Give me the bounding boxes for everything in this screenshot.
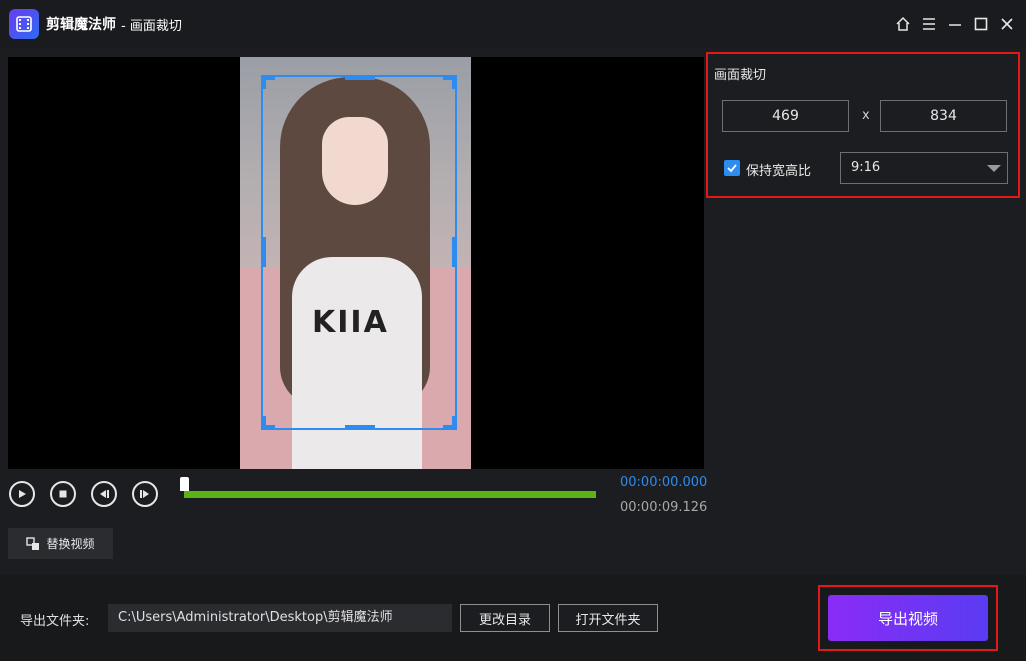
aspect-ratio-select[interactable]: 9:16 [840, 152, 1008, 184]
change-directory-button[interactable]: 更改目录 [460, 604, 550, 632]
minimize-icon [949, 24, 961, 26]
crop-box[interactable] [261, 75, 457, 430]
crop-handle-bl-v[interactable] [261, 416, 266, 430]
title-text: 画面裁切 [129, 19, 182, 34]
close-icon [1001, 18, 1013, 30]
stop-icon [59, 490, 67, 498]
crop-settings-panel: 画面裁切 469 x 834 保持宽高比 9:16 [706, 52, 1020, 198]
maximize-button[interactable] [970, 13, 992, 35]
crop-handle-left[interactable] [261, 237, 266, 267]
keep-ratio-label: 保持宽高比 [746, 164, 812, 179]
bottom-bar: 导出文件夹: C:\Users\Administrator\Desktop\剪辑… [0, 575, 1026, 661]
progress-thumb[interactable] [180, 477, 189, 491]
crop-height-input[interactable]: 834 [880, 100, 1007, 132]
home-button[interactable] [892, 13, 914, 35]
crop-width-input[interactable]: 469 [722, 100, 849, 132]
crop-handle-tr-v[interactable] [452, 75, 457, 89]
panel-title: 画面裁切 [714, 68, 767, 83]
open-folder-button[interactable]: 打开文件夹 [558, 604, 658, 632]
home-icon [896, 16, 910, 31]
crop-handle-bottom[interactable] [345, 425, 375, 430]
minimize-button[interactable] [944, 13, 966, 35]
export-highlight: 导出视频 [818, 585, 998, 651]
app-logo [9, 9, 39, 39]
film-icon [16, 16, 32, 32]
crop-handle-tl-v[interactable] [261, 75, 266, 89]
window-title: - 画面裁切 [121, 15, 182, 34]
close-button[interactable] [996, 13, 1018, 35]
stop-button[interactable] [50, 481, 76, 507]
total-time: 00:00:09.126 [620, 500, 708, 515]
crop-handle-right[interactable] [452, 237, 457, 267]
replace-video-button[interactable]: 替换视频 [8, 528, 113, 559]
progress-track[interactable] [184, 491, 596, 498]
next-frame-icon [140, 490, 149, 498]
play-button[interactable] [9, 481, 35, 507]
crop-handle-top[interactable] [345, 75, 375, 80]
aspect-ratio-value: 9:16 [851, 160, 881, 175]
title-separator: - [121, 19, 126, 34]
title-bar: 剪辑魔法师 - 画面裁切 [0, 0, 1026, 48]
output-folder-label: 导出文件夹: [20, 614, 90, 629]
play-icon [19, 490, 26, 498]
replace-video-label: 替换视频 [46, 537, 95, 551]
output-path-field[interactable]: C:\Users\Administrator\Desktop\剪辑魔法师 [108, 604, 452, 632]
video-preview: KIIA [8, 57, 704, 469]
chevron-down-icon [987, 165, 1001, 172]
app-name: 剪辑魔法师 [46, 17, 116, 33]
export-video-button[interactable]: 导出视频 [828, 595, 988, 641]
crop-handle-br-v[interactable] [452, 416, 457, 430]
menu-icon [923, 18, 935, 30]
keep-ratio-checkbox[interactable] [724, 160, 740, 176]
times-symbol: x [862, 108, 870, 123]
maximize-icon [974, 17, 988, 31]
next-frame-button[interactable] [132, 481, 158, 507]
current-time: 00:00:00.000 [620, 475, 708, 490]
replace-icon [26, 536, 40, 550]
prev-frame-icon [100, 490, 109, 498]
menu-button[interactable] [918, 13, 940, 35]
prev-frame-button[interactable] [91, 481, 117, 507]
check-icon [727, 164, 737, 173]
